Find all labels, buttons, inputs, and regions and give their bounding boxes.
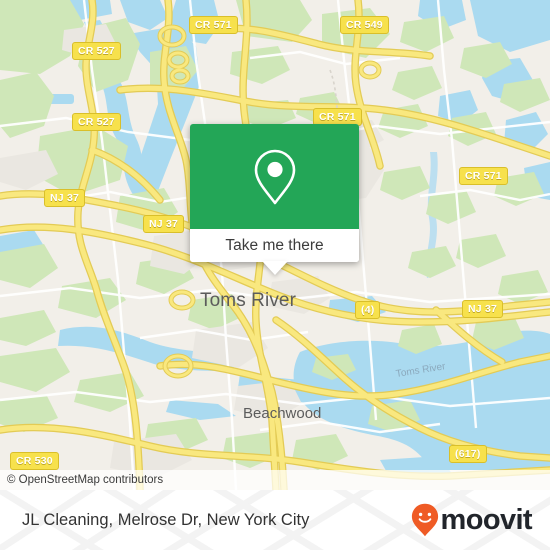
road-shield: (4) — [355, 301, 381, 319]
road-shield: NJ 37 — [143, 215, 185, 233]
place-label-city: Toms River — [200, 290, 297, 311]
road-shield: CR 571 — [459, 167, 508, 185]
road-shield: CR 527 — [72, 42, 121, 60]
road-shield: CR 527 — [72, 113, 121, 131]
map-screenshot: CR 571 CR 549 CR 527 CR 527 CR 571 NJ 37… — [0, 0, 550, 550]
location-popup-card[interactable]: Take me there — [190, 124, 359, 275]
road-shield: NJ 37 — [462, 300, 504, 318]
take-me-there-label: Take me there — [225, 236, 324, 254]
moovit-smiley-pin-icon — [411, 503, 438, 537]
place-label-town: Beachwood — [243, 405, 322, 422]
road-shield: CR 571 — [189, 16, 238, 34]
location-title: JL Cleaning, Melrose Dr, New York City — [22, 510, 310, 529]
road-shield: NJ 37 — [44, 189, 86, 207]
footer-bar: JL Cleaning, Melrose Dr, New York City m… — [0, 490, 550, 550]
popup-tail — [261, 261, 288, 275]
road-shield: (617) — [449, 445, 487, 463]
road-shield: CR 530 — [10, 452, 59, 470]
popup-card-header — [190, 124, 359, 229]
moovit-logo[interactable]: moovit — [411, 490, 533, 550]
osm-attribution[interactable]: © OpenStreetMap contributors — [0, 470, 550, 490]
popup-card-action[interactable]: Take me there — [190, 229, 359, 262]
road-shield: CR 549 — [340, 16, 389, 34]
moovit-wordmark: moovit — [440, 503, 533, 536]
map-pin-icon — [254, 149, 295, 204]
